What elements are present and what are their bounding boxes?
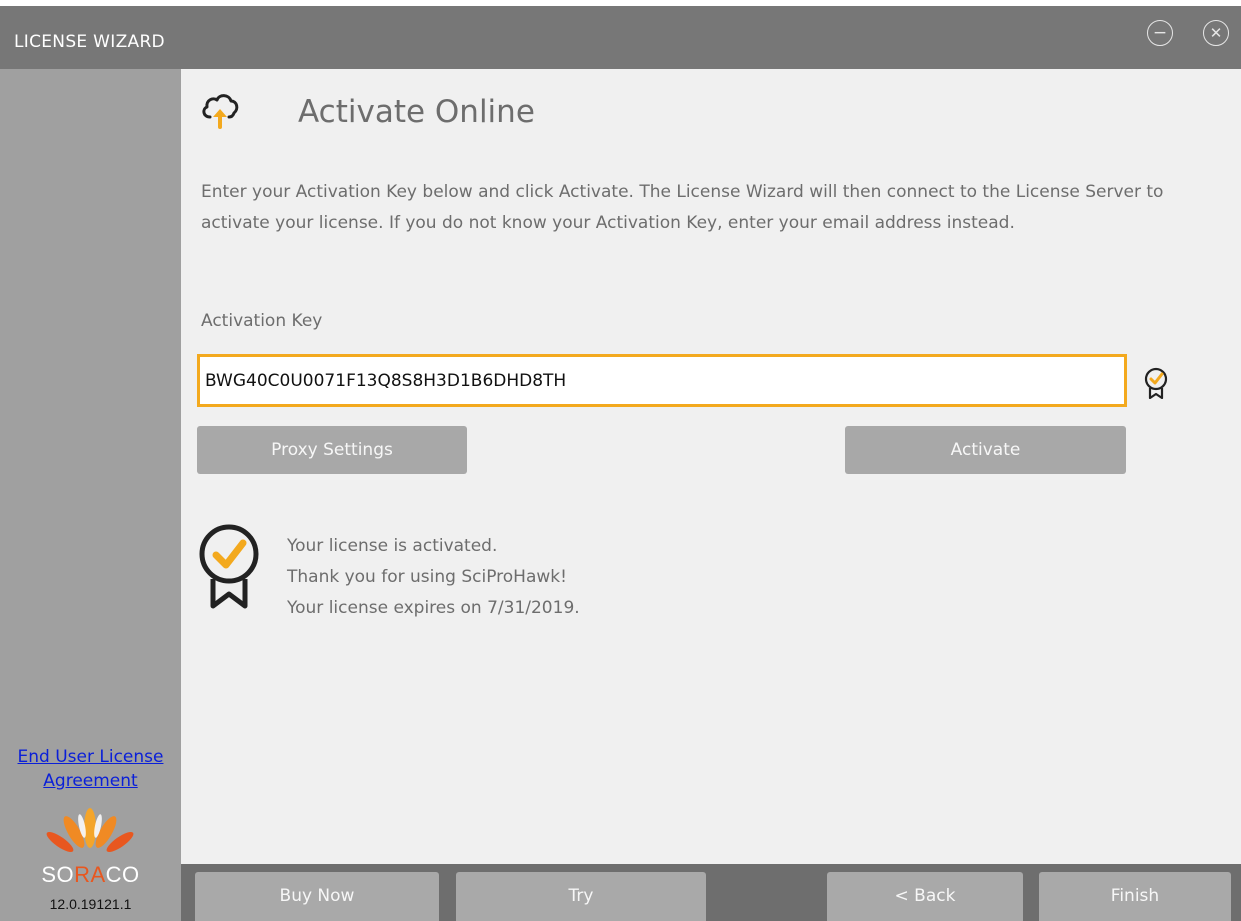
back-button[interactable]: < Back [827, 872, 1023, 921]
version-label: 12.0.19121.1 [49, 896, 132, 912]
sidebar: End User License Agreement SORACO 12.0.1… [0, 69, 181, 921]
license-wizard-window: LICENSE WIZARD − ✕ End User License Agre… [0, 6, 1241, 921]
activation-key-label: Activation Key [201, 311, 323, 331]
status-line: Your license is activated. [287, 536, 498, 556]
license-activated-badge-icon [199, 524, 259, 609]
activate-button[interactable]: Activate [845, 426, 1126, 474]
page-title: Activate Online [298, 94, 535, 130]
close-icon[interactable]: ✕ [1203, 20, 1229, 46]
cloud-upload-icon [202, 94, 239, 129]
activation-key-input[interactable] [197, 354, 1127, 407]
minimize-icon[interactable]: − [1147, 20, 1173, 46]
footer-bar: Buy Now Try < Back Finish [181, 864, 1241, 921]
proxy-settings-button[interactable]: Proxy Settings [197, 426, 467, 474]
buy-now-button[interactable]: Buy Now [195, 872, 439, 921]
title-bar: LICENSE WIZARD − ✕ [0, 6, 1241, 69]
main-content: Activate Online Enter your Activation Ke… [181, 69, 1241, 864]
eula-link[interactable]: End User License Agreement [0, 745, 181, 795]
brand-name: SORACO [0, 862, 181, 888]
verified-badge-icon [1144, 367, 1168, 399]
status-line: Your license expires on 7/31/2019. [287, 598, 580, 618]
finish-button[interactable]: Finish [1039, 872, 1231, 921]
brand-co: CO [105, 862, 140, 887]
activation-status: Your license is activated. Thank you for… [287, 531, 580, 624]
brand-so: SO [41, 862, 75, 887]
instructions-text: Enter your Activation Key below and clic… [201, 182, 1164, 233]
soraco-logo-icon [46, 808, 134, 853]
status-line: Thank you for using SciProHawk! [287, 567, 567, 587]
try-button[interactable]: Try [456, 872, 706, 921]
window-title: LICENSE WIZARD [14, 32, 165, 52]
brand-ra: RA [74, 862, 106, 887]
